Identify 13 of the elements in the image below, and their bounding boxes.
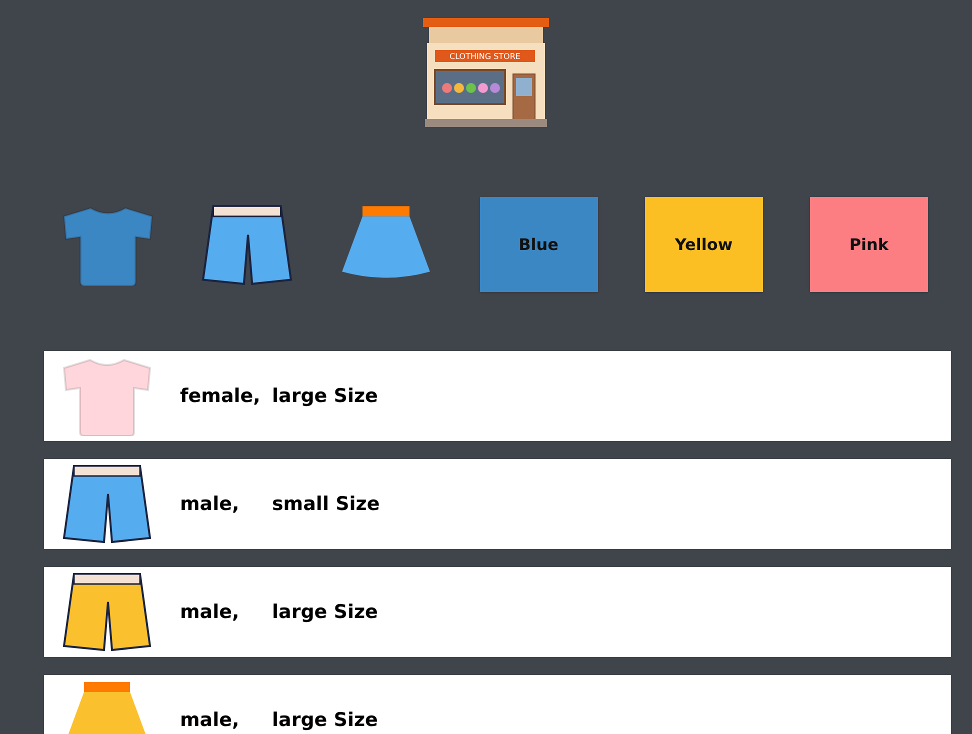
gender-label: male, — [180, 600, 240, 625]
color-filter-button[interactable]: Yellow — [644, 197, 763, 292]
color-filter-button[interactable]: Blue — [480, 197, 598, 292]
gender-label: male, — [180, 492, 240, 517]
shorts-filter-button[interactable] — [201, 204, 294, 286]
color-filter-button[interactable]: Pink — [810, 197, 928, 292]
size-label: large Size — [272, 384, 378, 409]
gender-label: female, — [180, 384, 262, 409]
size-label: small Size — [272, 492, 380, 517]
size-label: large Size — [272, 600, 378, 625]
gender-label: male, — [180, 708, 240, 733]
clothing-store-drawing: CLOTHING STORE — [421, 18, 551, 128]
size-label: large Size — [272, 708, 378, 733]
